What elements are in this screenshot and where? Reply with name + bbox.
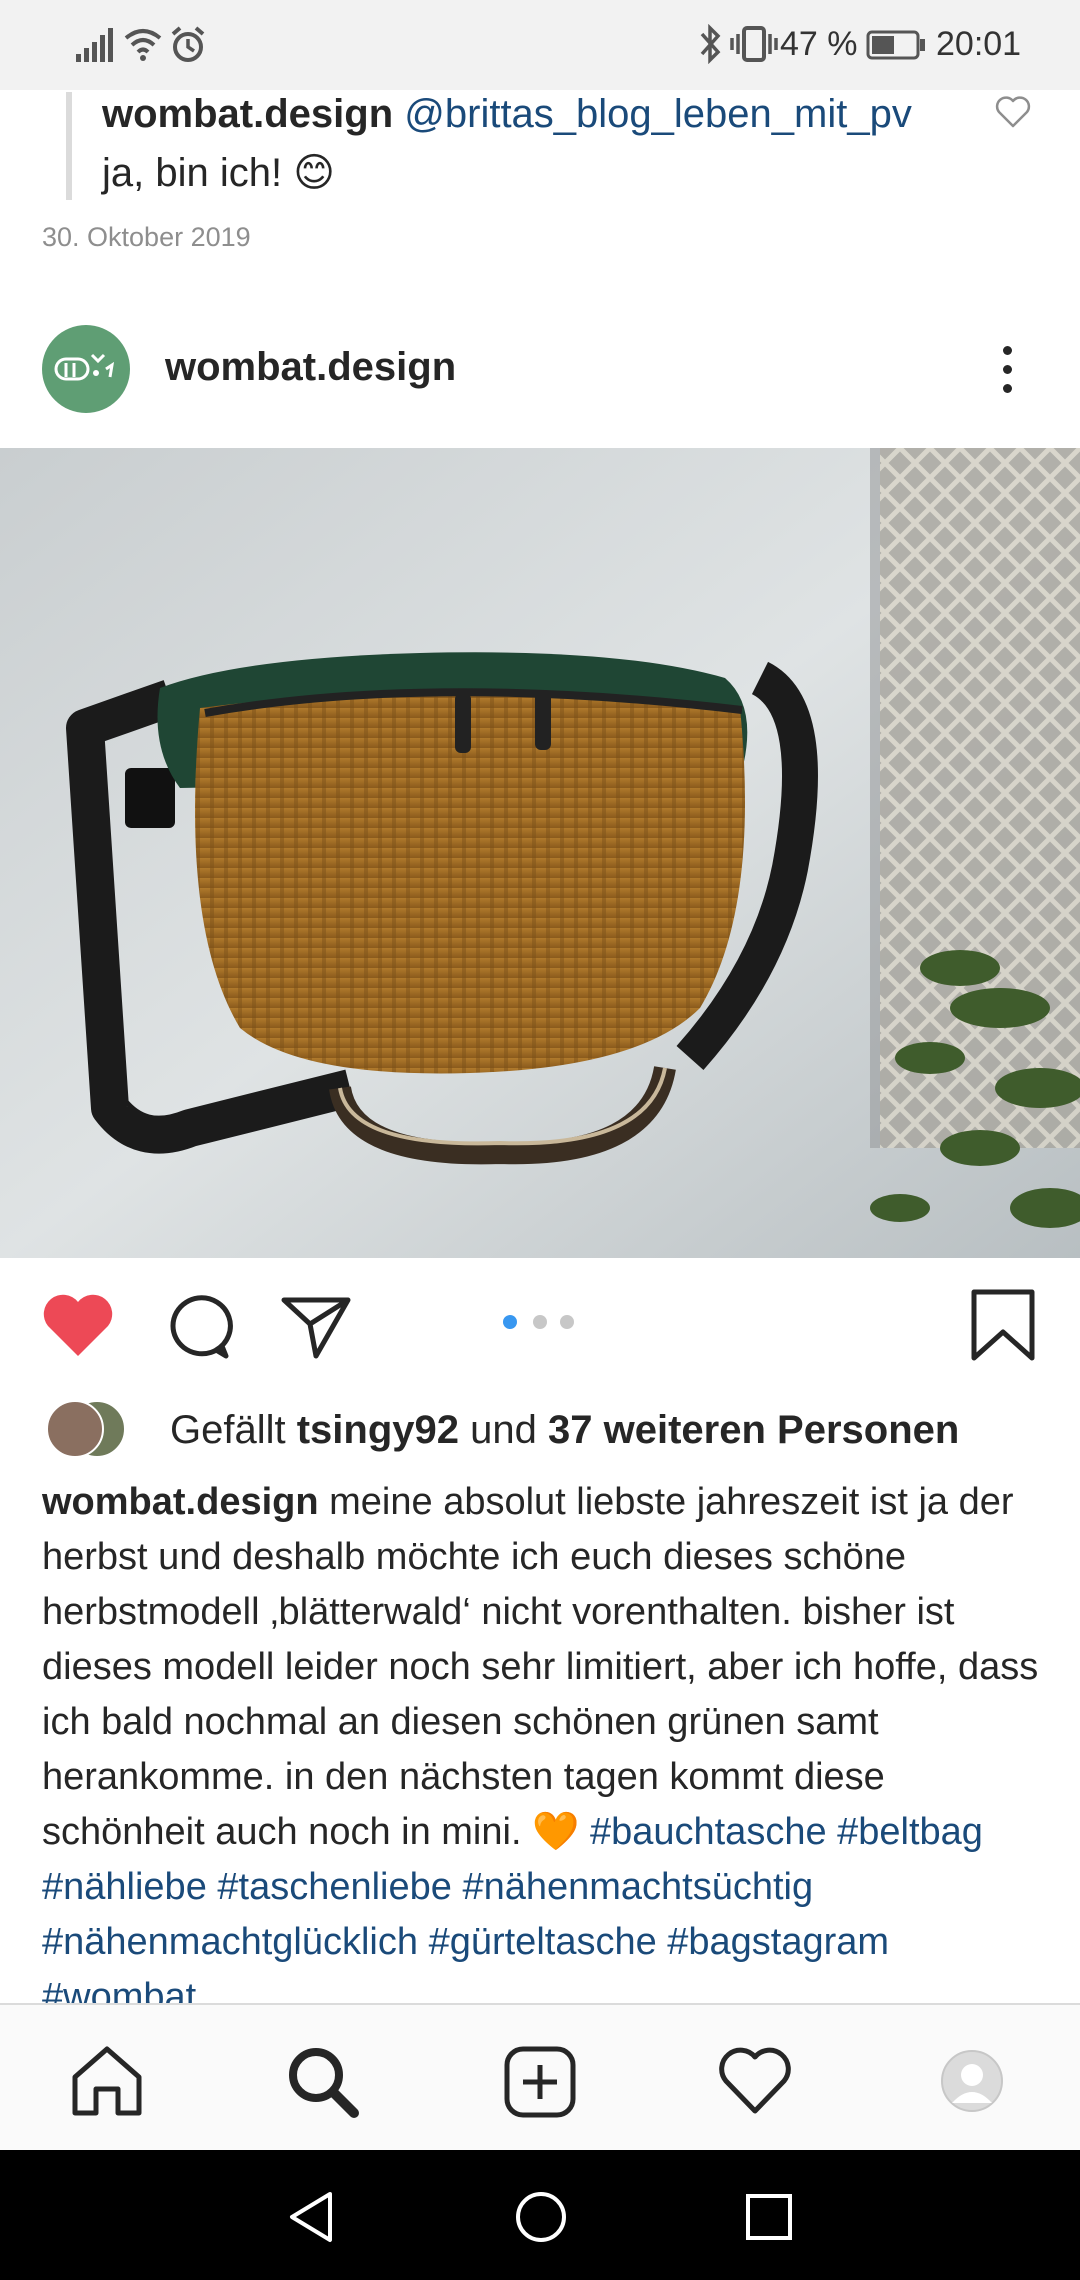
carousel-dot [533, 1315, 547, 1329]
new-post-icon[interactable] [503, 2045, 577, 2119]
likes-others[interactable]: 37 weiteren Personen [548, 1408, 959, 1452]
recents-square-icon[interactable] [744, 2192, 794, 2242]
carousel-indicator [500, 1315, 580, 1331]
post-caption: wombat.design meine absolut liebste jahr… [42, 1475, 1042, 2025]
back-triangle-icon[interactable] [286, 2190, 336, 2244]
likes-joiner: und [470, 1408, 537, 1452]
comment-like-icon[interactable] [995, 96, 1031, 128]
reply-username[interactable]: wombat.design [102, 92, 393, 136]
likes-first-user[interactable]: tsingy92 [297, 1408, 459, 1452]
reply-date: 30. Oktober 2019 [42, 222, 251, 252]
caption-username[interactable]: wombat.design [42, 1481, 319, 1523]
system-navigation-bar [0, 2150, 1080, 2280]
vibrate-icon [730, 26, 778, 62]
reply-mention[interactable]: @brittas_blog_leben_mit_pv [404, 92, 912, 136]
post-photo[interactable] [0, 448, 1080, 1258]
caption-text: meine absolut liebste jahreszeit ist ja … [42, 1481, 1039, 1853]
share-icon[interactable] [280, 1294, 352, 1360]
post-avatar[interactable] [42, 325, 130, 413]
battery-icon [866, 30, 925, 60]
signal-icon [76, 28, 113, 62]
bottom-navigation [0, 2003, 1080, 2152]
wifi-icon [124, 29, 162, 61]
search-icon[interactable] [286, 2045, 360, 2119]
liker-avatar [46, 1400, 104, 1458]
home-icon[interactable] [70, 2045, 144, 2117]
like-icon[interactable] [40, 1292, 116, 1360]
bluetooth-icon [700, 24, 721, 64]
wombat-logo-icon [54, 353, 115, 381]
carousel-dot-active [503, 1315, 517, 1329]
home-circle-icon[interactable] [514, 2190, 568, 2244]
bag-photo [0, 448, 1080, 1258]
save-bookmark-icon[interactable] [968, 1288, 1038, 1362]
profile-avatar-icon[interactable] [940, 2049, 1004, 2113]
comment-icon[interactable] [162, 1292, 234, 1362]
alarm-icon [171, 26, 205, 62]
post-username[interactable]: wombat.design [165, 345, 456, 390]
likes-prefix: Gefällt [170, 1408, 286, 1452]
reply-header: wombat.design @brittas_blog_leben_mit_pv [102, 92, 912, 137]
carousel-dot [560, 1315, 574, 1329]
reply-thread-line [66, 92, 72, 200]
likes-summary[interactable]: Gefällt tsingy92 und 37 weiteren Persone… [170, 1408, 959, 1453]
likes-avatars[interactable] [46, 1400, 146, 1458]
activity-heart-icon[interactable] [718, 2047, 792, 2115]
reply-text: ja, bin ich! 😊 [102, 151, 335, 195]
status-bar: 47 % 20:01 [0, 0, 1080, 90]
clock: 20:01 [936, 25, 1022, 63]
battery-percent: 47 % [780, 25, 858, 63]
more-options-icon[interactable] [990, 340, 1026, 400]
